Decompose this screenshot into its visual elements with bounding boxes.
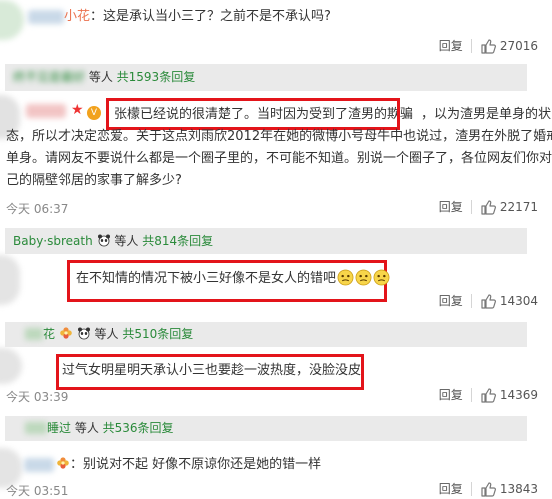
comment: ：别说对不起 好像不原谅你还是她的错一样 今天 03:51 回复 13843 [0,446,552,499]
comment-time: 今天 03:51 [6,484,69,498]
divider [470,38,472,53]
comment: 小花：这是承认当小三了？之前不是不承认吗? 回复 27016 [0,0,552,64]
comment-actions: 回复 27016 [439,37,538,54]
username-blurred[interactable] [24,458,54,472]
reply-thread-strip[interactable]: Baby·sbreath 等人 共814条回复 [5,228,527,254]
reply-thread-strip[interactable]: 花 等人 共510条回复 [5,322,527,347]
reply-mid-text: 等人 [71,421,103,435]
comment-body: ：这是承认当小三了？之前不是不承认吗? [90,9,331,24]
reply-username[interactable]: 花 [43,327,55,341]
comment-actions: 回复 14304 [439,292,538,309]
thumbs-up-icon[interactable] [480,293,496,309]
reply-button[interactable]: 回复 [439,292,463,309]
comment-body: ：别说对不起 好像不原谅你还是她的错一样 [70,457,322,472]
reply-thread-strip[interactable]: 终不见是最好 等人 共1593条回复 [5,64,527,91]
reply-thread-text: 睡过 等人 共536条回复 [47,417,174,439]
reply-thread-text: 终不见是最好 等人 共1593条回复 [13,66,195,88]
like-count[interactable]: 13843 [500,482,538,496]
comment-line: 单身。请网友不要说什么都是一个圈子里的，不可能不知道。别说一个圈子了，各位网友们… [6,151,552,166]
reply-count-link[interactable]: 共814条回复 [142,234,213,248]
reply-mid-text: 等人 [90,327,123,341]
divider [470,199,472,214]
reply-count-link[interactable]: 共510条回复 [122,327,193,341]
comment-actions: 回复 13843 [439,480,538,497]
comment-line: 态，所以才决定恋爱。关于这点刘雨欣2012年在她的微博小号母牛中也说过，渣男在外… [6,129,552,144]
reply-button[interactable]: 回复 [439,198,463,215]
comment-time: 今天 03:39 [6,390,69,404]
username-blurred[interactable] [25,422,47,434]
thumbs-up-icon[interactable] [480,387,496,403]
thumbs-up-icon[interactable] [480,199,496,215]
panda-icon [77,327,90,340]
comment-time: 今天 06:37 [6,202,69,216]
comment-actions: 回复 14369 [439,386,538,403]
like-count[interactable]: 14304 [500,294,538,308]
username-blurred[interactable] [25,328,43,340]
reply-thread-strip[interactable]: 睡过 等人 共536条回复 [5,416,527,441]
comment-line: 己的隔壁邻居的家事了解多少? [6,173,182,188]
reply-count-link[interactable]: 共536条回复 [103,421,174,435]
confused-emoji-icon [337,269,354,286]
panda-icon [97,234,110,247]
username-blurred[interactable] [28,10,64,24]
reply-button[interactable]: 回复 [439,37,463,54]
comment-text: 小花：这是承认当小三了？之前不是不承认吗? [64,6,331,28]
divider [470,387,472,402]
reply-mid-text: 等人 [110,234,143,248]
like-count[interactable]: 27016 [500,39,538,53]
comment-line: 在不知情的情况下被小三好像不是女人的错吧 [76,268,390,290]
comment-line: 过气女明星明天承认小三也要趁一波热度，没脸没皮 [62,363,362,378]
like-count[interactable]: 22171 [500,200,538,214]
confused-emoji-icon [355,269,372,286]
comment: 过气女明星明天承认小三也要趁一波热度，没脸没皮 今天 03:39 回复 1436… [0,348,552,408]
divider [470,481,472,496]
thumbs-up-icon[interactable] [480,38,496,54]
comment-username[interactable]: 小花 [64,9,90,24]
reply-button[interactable]: 回复 [439,480,463,497]
comment: ★ V 张檬已经说的很清楚了。当时因为受到了渣男的欺骗 ，以为渣男是单身的状 态，… [0,92,552,222]
reply-username[interactable]: 睡过 [47,421,71,435]
reply-thread-text: Baby·sbreath 等人 共814条回复 [13,230,213,252]
like-count[interactable]: 14369 [500,388,538,402]
comment-actions: 回复 22171 [439,198,538,215]
comment-body: ，以为渣男是单身的状 [421,107,552,122]
reply-mid-text: 等人 [85,70,117,84]
reply-thread-text: 花 等人 共510条回复 [43,323,193,345]
thumbs-up-icon[interactable] [480,481,496,497]
flower-icon [57,457,69,469]
reply-button[interactable]: 回复 [439,386,463,403]
flower-icon [60,327,72,339]
highlighted-text: 在不知情的情况下被小三好像不是女人的错吧 [76,271,337,286]
reply-count-link[interactable]: 共1593条回复 [117,70,196,84]
confused-emoji-icon [373,269,390,286]
reply-username[interactable]: Baby·sbreath [13,234,93,248]
divider [470,293,472,308]
reply-username[interactable]: 终不见是最好 [13,70,85,84]
comment: 在不知情的情况下被小三好像不是女人的错吧 回复 14304 [0,256,552,316]
comment-line: ：别说对不起 好像不原谅你还是她的错一样 [56,454,321,476]
